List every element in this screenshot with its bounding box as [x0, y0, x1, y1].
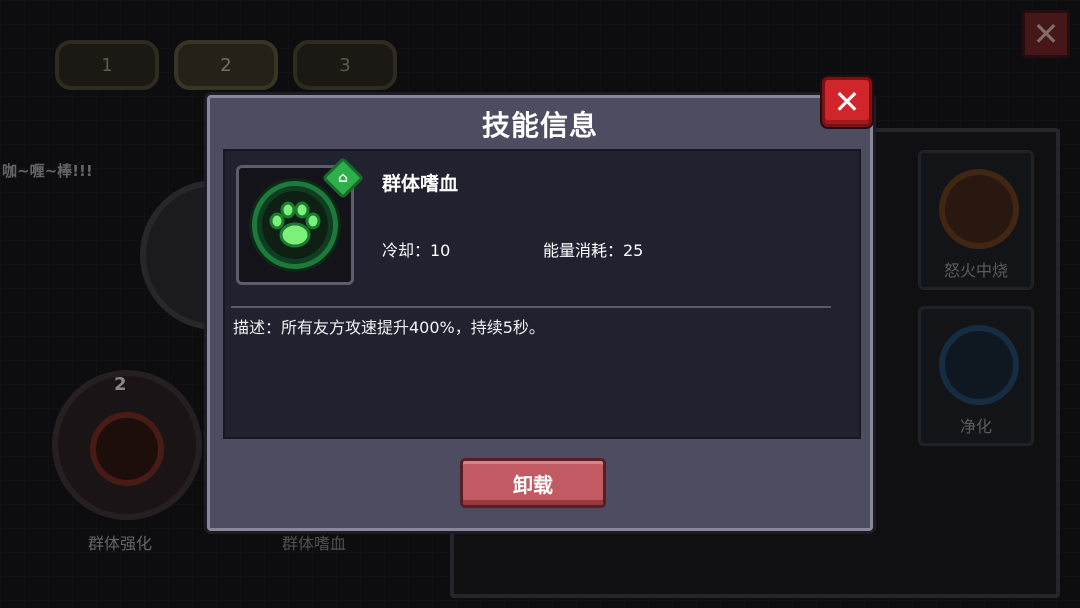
unload-button[interactable]: 卸载: [460, 458, 606, 508]
divider: [231, 306, 831, 308]
energy-cost-text: 能量消耗：25: [543, 241, 644, 260]
home-icon: ⌂: [321, 156, 365, 200]
skill-icon-frame: ⌂: [236, 156, 365, 285]
dialog-close-button[interactable]: ✕: [822, 77, 872, 127]
dialog-title: 技能信息: [481, 109, 598, 142]
cooldown-text: 冷却：10: [382, 241, 451, 260]
paw-icon: [252, 181, 338, 269]
skill-info-content: ⌂ 群体嗜血 冷却：10 能量消耗：25 描述：所有友方攻速提升400%，持续5…: [223, 149, 861, 439]
skill-info-dialog: 技能信息 ✕ ⌂ 群体嗜血 冷却：10 能量消耗：25 描述：所有友方攻速提升4…: [207, 77, 873, 531]
close-icon: ✕: [833, 83, 861, 121]
skill-description: 描述：所有友方攻速提升400%，持续5秒。: [233, 318, 545, 337]
skill-name: 群体嗜血: [382, 173, 459, 195]
